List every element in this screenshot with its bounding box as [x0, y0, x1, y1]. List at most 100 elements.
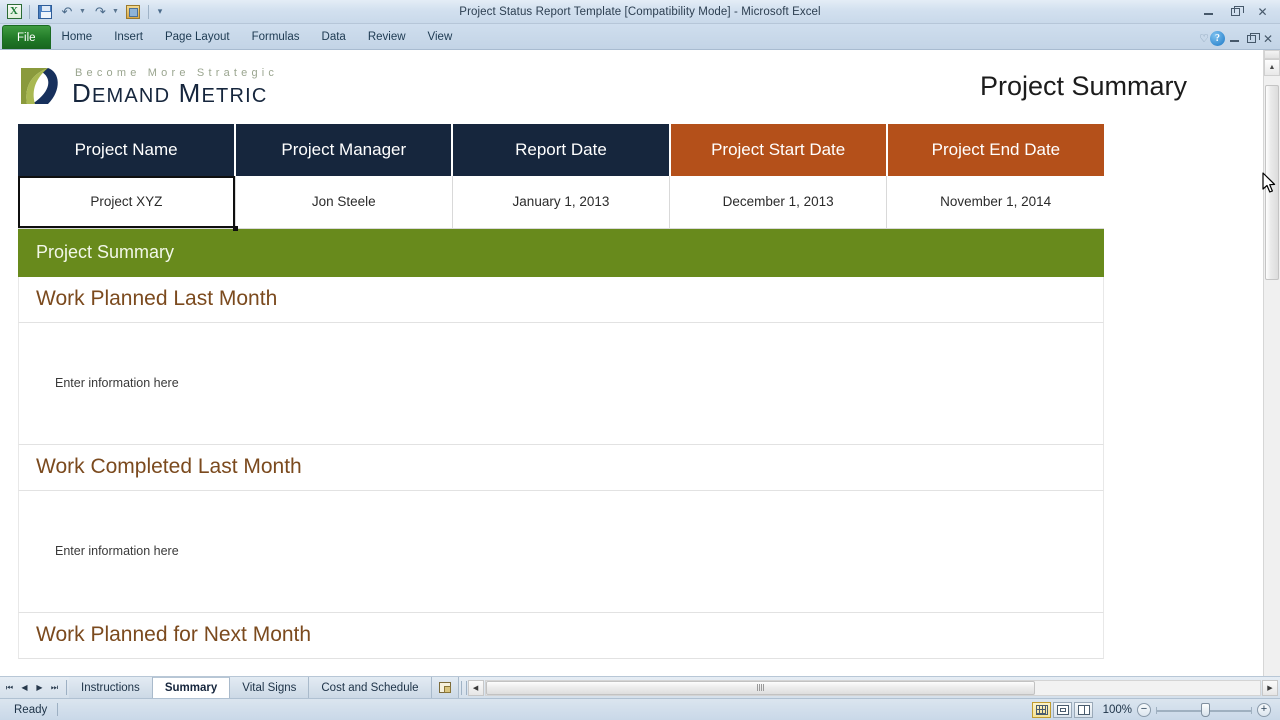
restore-workbook-icon[interactable] — [1243, 32, 1260, 46]
minimize-button[interactable] — [1195, 3, 1222, 21]
logo-wordmark: DEMAND METRIC — [72, 80, 278, 106]
tab-review[interactable]: Review — [357, 25, 417, 49]
zoom-tick — [1156, 706, 1157, 714]
next-sheet-icon[interactable]: ▶ — [33, 683, 46, 692]
excel-window: X ↶ ▼ ↶ ▼ ▾ Project Status Report Templa… — [0, 0, 1280, 720]
section-body[interactable]: Enter information here — [18, 490, 1104, 613]
customize-qat-icon[interactable]: ▾ — [154, 2, 166, 22]
section-work-planned-next-month: Work Planned for Next Month — [18, 612, 1104, 659]
worksheet-canvas[interactable]: Become More Strategic DEMAND METRIC Proj… — [0, 50, 1263, 676]
status-divider — [57, 703, 59, 716]
tab-data[interactable]: Data — [311, 25, 357, 49]
help-icon[interactable]: ? — [1210, 31, 1225, 46]
scroll-right-button[interactable]: ▶ — [1262, 679, 1278, 696]
horizontal-scrollbar[interactable]: ◀ ▶ — [459, 677, 1280, 698]
window-controls: ✕ — [1195, 3, 1280, 21]
save-icon[interactable] — [35, 2, 55, 22]
undo-dropdown-icon[interactable]: ▼ — [79, 2, 88, 22]
redo-dropdown-icon[interactable]: ▼ — [112, 2, 121, 22]
sheet-tab-bar: ⏮ ◀ ▶ ⏭ Instructions Summary Vital Signs… — [0, 676, 1280, 698]
zoom-out-button[interactable]: − — [1137, 702, 1151, 717]
restore-button[interactable] — [1222, 3, 1249, 21]
logo-emand: EMAND — [91, 84, 171, 107]
cell-project-end-date[interactable]: November 1, 2014 — [886, 176, 1104, 229]
section-band-project-summary: Project Summary — [18, 228, 1104, 277]
status-right-controls: 100% − + — [1032, 701, 1276, 718]
header-report-date: Report Date — [452, 124, 671, 176]
minimize-ribbon-icon[interactable] — [1226, 32, 1242, 46]
sheet-nav-divider — [66, 680, 67, 695]
table-row: Project XYZ Jon Steele January 1, 2013 D… — [18, 176, 1104, 231]
logo-d: D — [72, 77, 92, 108]
window-title: Project Status Report Template [Compatib… — [459, 5, 821, 18]
document-header: Become More Strategic DEMAND METRIC Proj… — [0, 50, 1263, 116]
page-title: Project Summary — [979, 70, 1187, 101]
zoom-level-label[interactable]: 100% — [1098, 704, 1132, 716]
zoom-slider-handle[interactable] — [1201, 702, 1210, 717]
table-header-row: Project Name Project Manager Report Date… — [18, 124, 1104, 176]
section-work-completed-last-month: Work Completed Last Month Enter informat… — [18, 444, 1104, 613]
section-heading: Work Planned Last Month — [18, 276, 1104, 323]
cell-project-manager[interactable]: Jon Steele — [235, 176, 453, 229]
close-workbook-icon[interactable]: ✕ — [1260, 32, 1276, 46]
header-project-name: Project Name — [18, 124, 237, 176]
cell-project-name[interactable]: Project XYZ — [18, 176, 238, 231]
qat-divider-2 — [148, 4, 149, 19]
prev-sheet-icon[interactable]: ◀ — [18, 683, 31, 692]
tab-split-handle[interactable] — [460, 680, 467, 695]
sheet-tab-instructions[interactable]: Instructions — [69, 677, 153, 698]
tab-page-layout[interactable]: Page Layout — [154, 25, 241, 49]
demand-metric-logo: Become More Strategic DEMAND METRIC — [18, 64, 278, 108]
sheet-tabs: Instructions Summary Vital Signs Cost an… — [69, 677, 459, 698]
view-buttons — [1032, 701, 1093, 718]
zoom-tick — [1251, 706, 1252, 714]
first-sheet-icon[interactable]: ⏮ — [3, 683, 16, 693]
qat-divider — [29, 4, 30, 19]
heart-icon[interactable]: ♡ — [1199, 32, 1209, 45]
logo-swoosh-icon — [21, 68, 58, 104]
section-work-planned-last-month: Work Planned Last Month Enter informatio… — [18, 276, 1104, 445]
section-body[interactable]: Enter information here — [18, 322, 1104, 445]
sheet-tab-cost-and-schedule[interactable]: Cost and Schedule — [309, 677, 432, 698]
print-preview-icon[interactable] — [123, 2, 143, 22]
vertical-scroll-thumb[interactable] — [1265, 85, 1279, 280]
page-break-preview-button[interactable] — [1074, 701, 1093, 718]
tab-formulas[interactable]: Formulas — [241, 25, 311, 49]
excel-logo-icon[interactable]: X — [4, 2, 24, 22]
scroll-up-button[interactable]: ▲ — [1264, 59, 1280, 76]
ribbon-right-controls: ♡ ? ✕ — [1199, 31, 1280, 49]
sheet-tab-vital-signs[interactable]: Vital Signs — [230, 677, 310, 698]
horizontal-scroll-track[interactable] — [484, 679, 1261, 696]
vertical-scrollbar[interactable]: ▲ — [1263, 50, 1280, 676]
redo-icon[interactable]: ↶ — [90, 2, 110, 22]
vertical-split-handle[interactable] — [1264, 50, 1280, 59]
cell-project-start-date[interactable]: December 1, 2013 — [669, 176, 888, 229]
scroll-left-button[interactable]: ◀ — [467, 679, 484, 696]
section-heading: Work Completed Last Month — [18, 444, 1104, 491]
cell-report-date[interactable]: January 1, 2013 — [452, 176, 671, 229]
status-bar: Ready 100% − + — [0, 698, 1280, 720]
tab-insert[interactable]: Insert — [103, 25, 154, 49]
last-sheet-icon[interactable]: ⏭ — [48, 683, 61, 693]
horizontal-scroll-thumb[interactable] — [485, 680, 1036, 695]
logo-tagline: Become More Strategic — [75, 66, 279, 79]
insert-worksheet-button[interactable] — [431, 677, 459, 698]
logo-text: Become More Strategic DEMAND METRIC — [72, 67, 278, 106]
page-layout-view-button[interactable] — [1053, 701, 1072, 718]
tab-home[interactable]: Home — [51, 25, 104, 49]
sheet-tab-summary[interactable]: Summary — [152, 677, 231, 698]
zoom-slider[interactable] — [1156, 702, 1252, 717]
title-bar: X ↶ ▼ ↶ ▼ ▾ Project Status Report Templa… — [0, 0, 1280, 24]
header-project-end-date: Project End Date — [886, 124, 1104, 176]
scroll-thumb-grip — [756, 684, 764, 691]
zoom-in-button[interactable]: + — [1257, 702, 1271, 717]
insert-worksheet-icon — [438, 682, 451, 693]
header-project-start-date: Project Start Date — [669, 124, 888, 176]
close-button[interactable]: ✕ — [1249, 3, 1276, 21]
project-info-table: Project Name Project Manager Report Date… — [18, 124, 1104, 231]
tab-file[interactable]: File — [2, 25, 51, 49]
section-heading: Work Planned for Next Month — [18, 612, 1104, 659]
normal-view-button[interactable] — [1032, 701, 1051, 718]
tab-view[interactable]: View — [417, 25, 464, 49]
undo-icon[interactable]: ↶ — [57, 2, 77, 22]
